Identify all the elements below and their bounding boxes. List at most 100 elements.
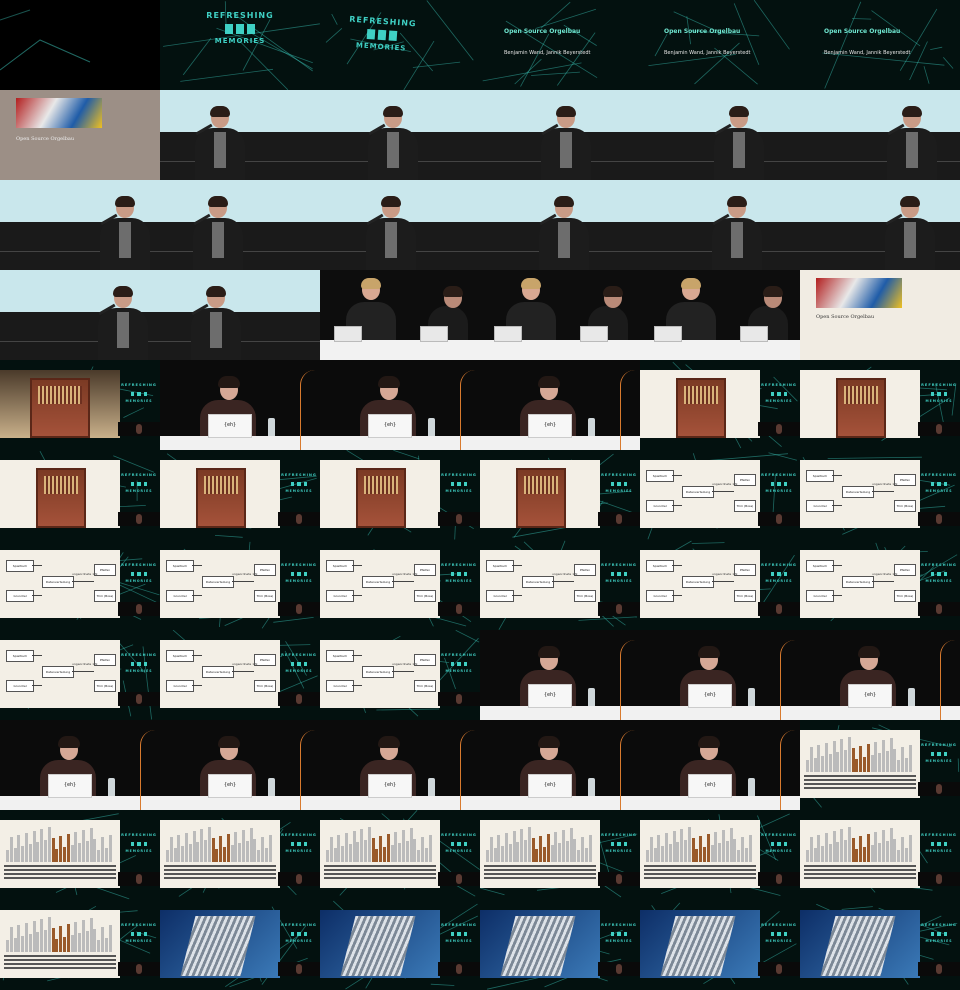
diagram-slide: Spieltisch Grundrel Datenverteilung Pfei… — [0, 550, 120, 618]
thumbnail-speaker[interactable] — [160, 90, 320, 180]
thumbnail-speaker[interactable] — [320, 180, 480, 270]
stage-view — [800, 90, 960, 180]
thumbnail-organ[interactable]: REFRESHING MEMORIES — [480, 450, 640, 540]
thumbnail-bars[interactable]: REFRESHING MEMORIES — [0, 810, 160, 900]
thumbnail-desk[interactable]: {eh} — [640, 720, 800, 810]
thumbnail-logo[interactable]: REFRESHING MEMORIES — [160, 0, 320, 90]
speaker-mini-view — [918, 782, 960, 796]
thumbnail-desk[interactable]: {eh} — [480, 720, 640, 810]
thumbnail-speaker[interactable] — [0, 180, 160, 270]
refreshing-memories-logo: REFRESHING MEMORIES — [441, 653, 477, 674]
speaker-mini-view — [438, 602, 480, 616]
thumbnail-speaker[interactable] — [800, 180, 960, 270]
thumbnail-desk[interactable]: {eh} — [320, 360, 480, 450]
thumbnail-desk[interactable]: {eh} — [480, 360, 640, 450]
thumbnail-desk[interactable]: {eh} — [160, 720, 320, 810]
thumbnail-cathedral[interactable]: REFRESHING MEMORIES — [0, 360, 160, 450]
thumbnail-speaker[interactable] — [480, 90, 640, 180]
pipe-bar-slide — [160, 820, 280, 888]
thumbnail-speaker[interactable] — [640, 180, 800, 270]
thumbnail-bars[interactable]: REFRESHING MEMORIES — [800, 720, 960, 810]
thumbnail-organ[interactable]: REFRESHING MEMORIES — [640, 360, 800, 450]
diagram-box-datenverteilung: Datenverteilung — [42, 576, 74, 588]
thumbnail-organ[interactable]: REFRESHING MEMORIES — [0, 450, 160, 540]
thumbnail-bars[interactable]: REFRESHING MEMORIES — [320, 810, 480, 900]
desk-speaker-view: {eh} — [640, 630, 800, 720]
thumbnail-organ[interactable]: REFRESHING MEMORIES — [320, 450, 480, 540]
thumbnail-building[interactable]: REFRESHING MEMORIES — [160, 900, 320, 990]
thumbnail-bars[interactable]: REFRESHING MEMORIES — [0, 900, 160, 990]
stage-view — [480, 90, 640, 180]
speaker-mini-view — [598, 602, 640, 616]
thumbnail-speaker[interactable] — [160, 270, 320, 360]
thumbnail-building[interactable]: REFRESHING MEMORIES — [320, 900, 480, 990]
thumbnail-lego-title[interactable]: Open Source Orgelbau — [0, 90, 160, 180]
thumbnail-diagram[interactable]: Spieltisch Grundrel Datenverteilung Pfei… — [320, 540, 480, 630]
diagram-box-datenverteilung: Datenverteilung — [202, 576, 234, 588]
thumbnail-title[interactable]: Open Source Orgelbau Benjamin Wand, Janni… — [640, 0, 800, 90]
thumbnail-desk[interactable]: {eh} — [0, 720, 160, 810]
stage-view — [160, 180, 320, 270]
thumbnail-diagram[interactable]: Spieltisch Grundrel Datenverteilung Pfei… — [480, 540, 640, 630]
desk-speaker-view: {eh} — [0, 720, 160, 810]
speaker-mini-view — [598, 872, 640, 886]
refreshing-memories-logo: REFRESHING MEMORIES — [601, 923, 637, 944]
thumbnail-speaker[interactable] — [0, 270, 160, 360]
thumbnail-organ[interactable]: REFRESHING MEMORIES — [160, 450, 320, 540]
thumbnail-speaker[interactable] — [320, 90, 480, 180]
thumbnail-building[interactable]: REFRESHING MEMORIES — [800, 900, 960, 990]
pipe-bar-slide — [800, 820, 920, 888]
desk-speaker-view: {eh} — [800, 630, 960, 720]
thumbnail-logo-tilt[interactable]: REFRESHING MEMORIES — [320, 0, 480, 90]
thumbnail-diagram[interactable]: Spieltisch Grundrel Datenverteilung Pfei… — [800, 450, 960, 540]
thumbnail-speaker[interactable] — [640, 90, 800, 180]
speaker-mini-view — [438, 962, 480, 976]
thumbnail-desk[interactable]: {eh} — [640, 630, 800, 720]
thumbnail-desk[interactable]: {eh} — [480, 630, 640, 720]
thumbnail-speaker[interactable] — [800, 90, 960, 180]
thumbnail-panel[interactable] — [640, 270, 800, 360]
thumbnail-speaker[interactable] — [160, 180, 320, 270]
diagram-box-spieltisch: Spieltisch — [646, 470, 674, 482]
refreshing-memories-logo: REFRESHING MEMORIES — [761, 563, 797, 584]
thumbnail-building[interactable]: REFRESHING MEMORIES — [480, 900, 640, 990]
diagram-box-trim: Trim (Boss) — [94, 590, 116, 602]
speaker-mini-view — [118, 872, 160, 886]
thumbnail-diagram[interactable]: Spieltisch Grundrel Datenverteilung Pfei… — [320, 630, 480, 720]
water-bottle — [268, 418, 275, 436]
thumbnail-diagram[interactable]: Spieltisch Grundrel Datenverteilung Pfei… — [640, 540, 800, 630]
pipe-bar-slide — [480, 820, 600, 888]
thumbnail-diagram[interactable]: Spieltisch Grundrel Datenverteilung Pfei… — [800, 540, 960, 630]
thumbnail-diagram[interactable]: Spieltisch Grundrel Datenverteilung Pfei… — [0, 540, 160, 630]
water-bottle — [588, 778, 595, 796]
desk-speaker-view: {eh} — [320, 720, 480, 810]
thumbnail-title[interactable]: Open Source Orgelbau Benjamin Wand, Janni… — [800, 0, 960, 90]
refreshing-memories-logo: REFRESHING MEMORIES — [441, 473, 477, 494]
diagram-slide: Spieltisch Grundrel Datenverteilung Pfei… — [800, 460, 920, 528]
speaker-mini-view — [758, 512, 800, 526]
thumbnail-bars[interactable]: REFRESHING MEMORIES — [800, 810, 960, 900]
thumbnail-desk[interactable]: {eh} — [160, 360, 320, 450]
thumbnail-diagram[interactable]: Spieltisch Grundrel Datenverteilung Pfei… — [160, 630, 320, 720]
thumbnail-bars[interactable]: REFRESHING MEMORIES — [160, 810, 320, 900]
thumbnail-desk[interactable]: {eh} — [800, 630, 960, 720]
thumbnail-bars[interactable]: REFRESHING MEMORIES — [640, 810, 800, 900]
thumbnail-diagram[interactable]: Spieltisch Grundrel Datenverteilung Pfei… — [160, 540, 320, 630]
thumbnail-building[interactable]: REFRESHING MEMORIES — [640, 900, 800, 990]
thumbnail-neon-edge[interactable] — [0, 0, 160, 90]
pipe-bar-slide — [800, 730, 920, 798]
thumbnail-desk[interactable]: {eh} — [320, 720, 480, 810]
stage-view — [320, 90, 480, 180]
thumbnail-lego-slide[interactable]: Open Source Orgelbau — [800, 270, 960, 360]
thumbnail-bars[interactable]: REFRESHING MEMORIES — [480, 810, 640, 900]
thumbnail-title[interactable]: Open Source Orgelbau Benjamin Wand, Janni… — [480, 0, 640, 90]
thumbnail-organ[interactable]: REFRESHING MEMORIES — [800, 360, 960, 450]
thumbnail-diagram[interactable]: Spieltisch Grundrel Datenverteilung Pfei… — [0, 630, 160, 720]
diagram-box-grund: Grundrel — [646, 500, 674, 512]
refreshing-memories-logo: REFRESHING MEMORIES — [761, 833, 797, 854]
diagram-box-spieltisch: Spieltisch — [6, 650, 34, 662]
thumbnail-panel[interactable] — [480, 270, 640, 360]
thumbnail-speaker[interactable] — [480, 180, 640, 270]
thumbnail-panel[interactable] — [320, 270, 480, 360]
thumbnail-diagram[interactable]: Spieltisch Grundrel Datenverteilung Pfei… — [640, 450, 800, 540]
